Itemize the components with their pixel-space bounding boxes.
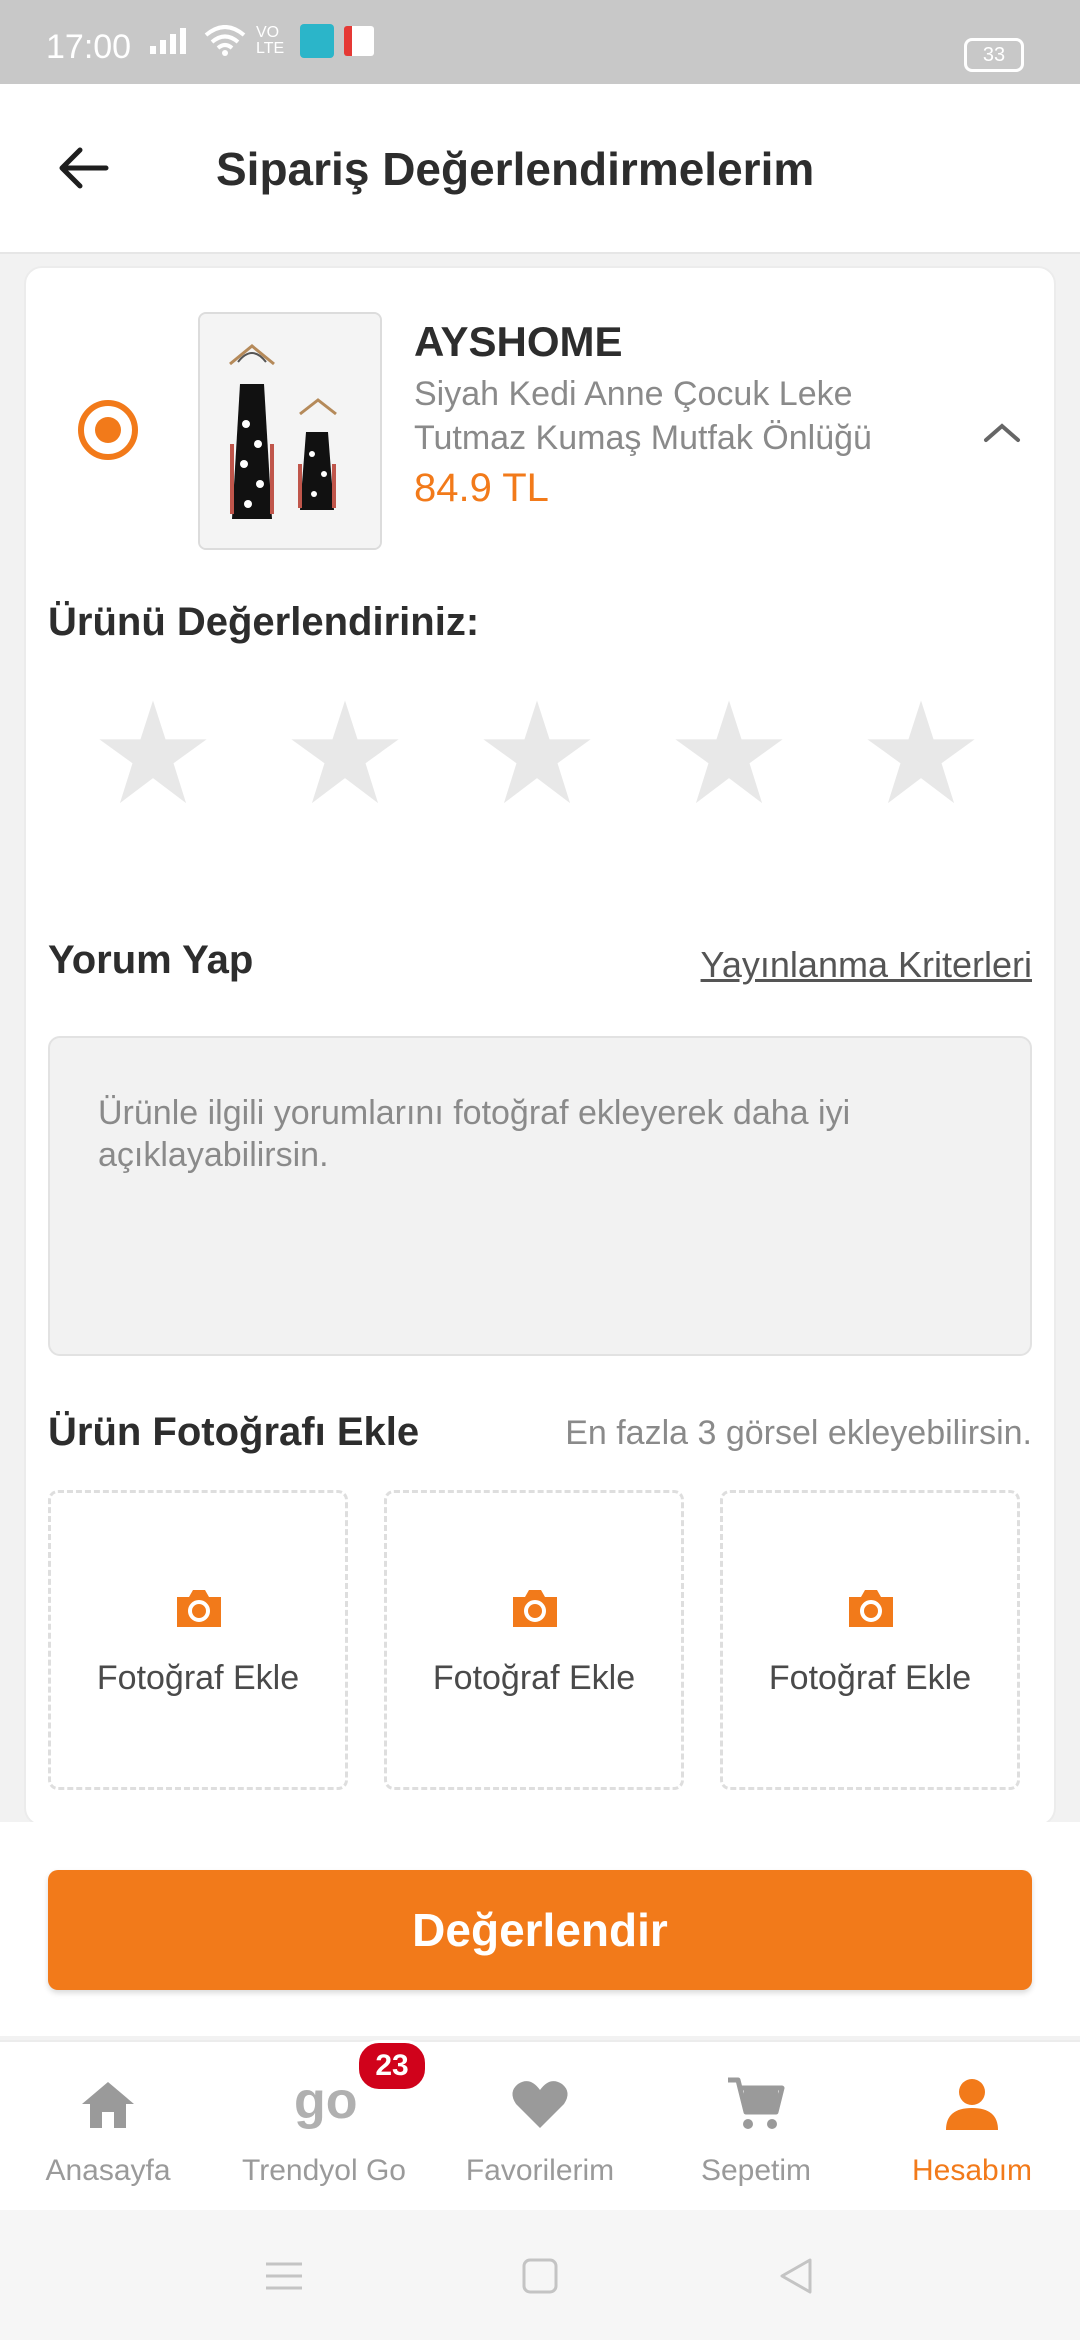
photo-limit-hint: En fazla 3 görsel ekleyebilirsin.: [565, 1414, 1032, 1452]
heart-icon: [512, 2081, 568, 2128]
add-photo-button[interactable]: Fotoğraf Ekle: [720, 1490, 1020, 1790]
add-photo-label: Fotoğraf Ekle: [432, 1659, 636, 1697]
go-icon: go: [294, 2072, 358, 2130]
tab-account[interactable]: Hesabım: [864, 2042, 1080, 2212]
add-photo-button[interactable]: Fotoğraf Ekle: [48, 1490, 348, 1790]
comment-label: Yorum Yap: [48, 938, 254, 982]
tab-favorites[interactable]: Favorilerim: [432, 2042, 648, 2212]
star-icon[interactable]: [288, 696, 402, 810]
publishing-criteria-link[interactable]: Yayınlanma Kriterleri: [701, 944, 1032, 986]
status-time: 17:00: [46, 28, 132, 66]
bottom-tab-bar: Anasayfa go Trendyol Go Favorilerim Sepe…: [0, 2040, 1080, 2212]
app-bar: Sipariş Değerlendirmelerim: [0, 84, 1080, 254]
star-icon[interactable]: [672, 696, 786, 810]
product-image: [198, 312, 382, 550]
add-photo-label: Fotoğraf Ekle: [96, 1659, 300, 1697]
product-select-radio[interactable]: [78, 400, 138, 460]
camera-icon: [177, 1590, 221, 1627]
signal-icon: [150, 28, 186, 54]
chevron-up-icon[interactable]: [980, 410, 1024, 454]
add-photo-label: Ürün Fotoğrafı Ekle: [48, 1410, 420, 1454]
status-icons: VO LTE: [148, 24, 374, 58]
tab-label: Sepetim: [700, 2154, 812, 2187]
product-brand: AYSHOME: [414, 318, 623, 365]
menu-icon[interactable]: [262, 2254, 306, 2298]
back-arrow-icon[interactable]: [52, 136, 116, 200]
rating-label: Ürünü Değerlendiriniz:: [48, 600, 480, 644]
cart-icon: [728, 2077, 785, 2129]
back-triangle-icon[interactable]: [774, 2254, 818, 2298]
svg-text:go: go: [294, 2072, 358, 2130]
camera-icon: [513, 1590, 557, 1627]
home-square-icon[interactable]: [518, 2254, 562, 2298]
camera-icon: [849, 1590, 893, 1627]
star-icon[interactable]: [864, 696, 978, 810]
star-rating[interactable]: [96, 696, 978, 810]
submit-area: Değerlendir: [0, 1822, 1080, 2036]
apron-image: [200, 314, 380, 548]
add-photo-label: Fotoğraf Ekle: [768, 1659, 972, 1697]
page-title: Sipariş Değerlendirmelerim: [216, 143, 815, 195]
star-icon[interactable]: [480, 696, 594, 810]
app-notification-icon: [300, 24, 334, 58]
add-photo-button[interactable]: Fotoğraf Ekle: [384, 1490, 684, 1790]
user-icon: [946, 2079, 998, 2130]
system-nav-bar: [0, 2210, 1080, 2340]
comment-textarea[interactable]: Ürünle ilgili yorumlarını fotoğraf ekley…: [48, 1036, 1032, 1356]
wifi-icon: [204, 25, 246, 56]
home-icon: [82, 2082, 134, 2128]
notification-badge: 23: [356, 2040, 428, 2092]
status-bar: 17:00 VO LTE 33: [0, 0, 1080, 84]
app-notification-icon: [344, 26, 374, 56]
star-icon[interactable]: [96, 696, 210, 810]
tab-label: Hesabım: [911, 2154, 1033, 2187]
product-price: 84.9 TL: [414, 466, 549, 510]
network-type: VO LTE: [256, 24, 285, 57]
tab-label: Trendyol Go: [242, 2154, 406, 2187]
tab-label: Favorilerim: [465, 2154, 615, 2187]
product-name: Siyah Kedi Anne Çocuk Leke Tutmaz Kumaş …: [414, 375, 872, 457]
battery-icon: 33: [964, 38, 1024, 72]
submit-review-button[interactable]: Değerlendir: [48, 1870, 1032, 1990]
tab-home[interactable]: Anasayfa: [0, 2042, 216, 2212]
tab-label: Anasayfa: [45, 2154, 171, 2187]
tab-cart[interactable]: Sepetim: [648, 2042, 864, 2212]
